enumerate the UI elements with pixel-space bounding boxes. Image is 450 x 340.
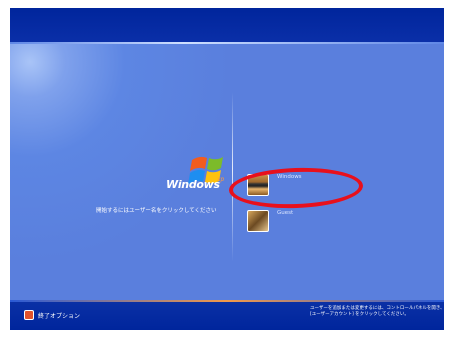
welcome-panel: Windows xp 開始するにはユーザー名をクリックしてください Window… — [10, 42, 444, 300]
note-line: [ユーザーアカウント] をクリックしてください。 — [310, 312, 409, 317]
shutdown-label[interactable]: 終了オプション — [38, 311, 80, 320]
user-account-guest[interactable]: Guest — [247, 210, 317, 234]
center-divider — [232, 92, 233, 262]
user-accounts-note: ユーザーを追加または変更するには、コントロールパネルを開き、 [ユーザーアカウン… — [310, 306, 444, 318]
user-name[interactable]: Guest — [277, 210, 293, 216]
xp-wordmark: xp — [217, 176, 225, 183]
highlight-ellipse — [228, 165, 364, 211]
power-icon[interactable] — [24, 310, 34, 320]
top-separator — [10, 42, 444, 44]
welcome-screen: Windows xp 開始するにはユーザー名をクリックしてください Window… — [10, 8, 444, 330]
top-band — [10, 8, 444, 42]
bottom-separator — [10, 300, 444, 302]
instruction-text: 開始するにはユーザー名をクリックしてください — [96, 208, 217, 214]
windows-wordmark: Windows — [166, 178, 220, 191]
duck-picture-icon[interactable] — [247, 210, 269, 232]
